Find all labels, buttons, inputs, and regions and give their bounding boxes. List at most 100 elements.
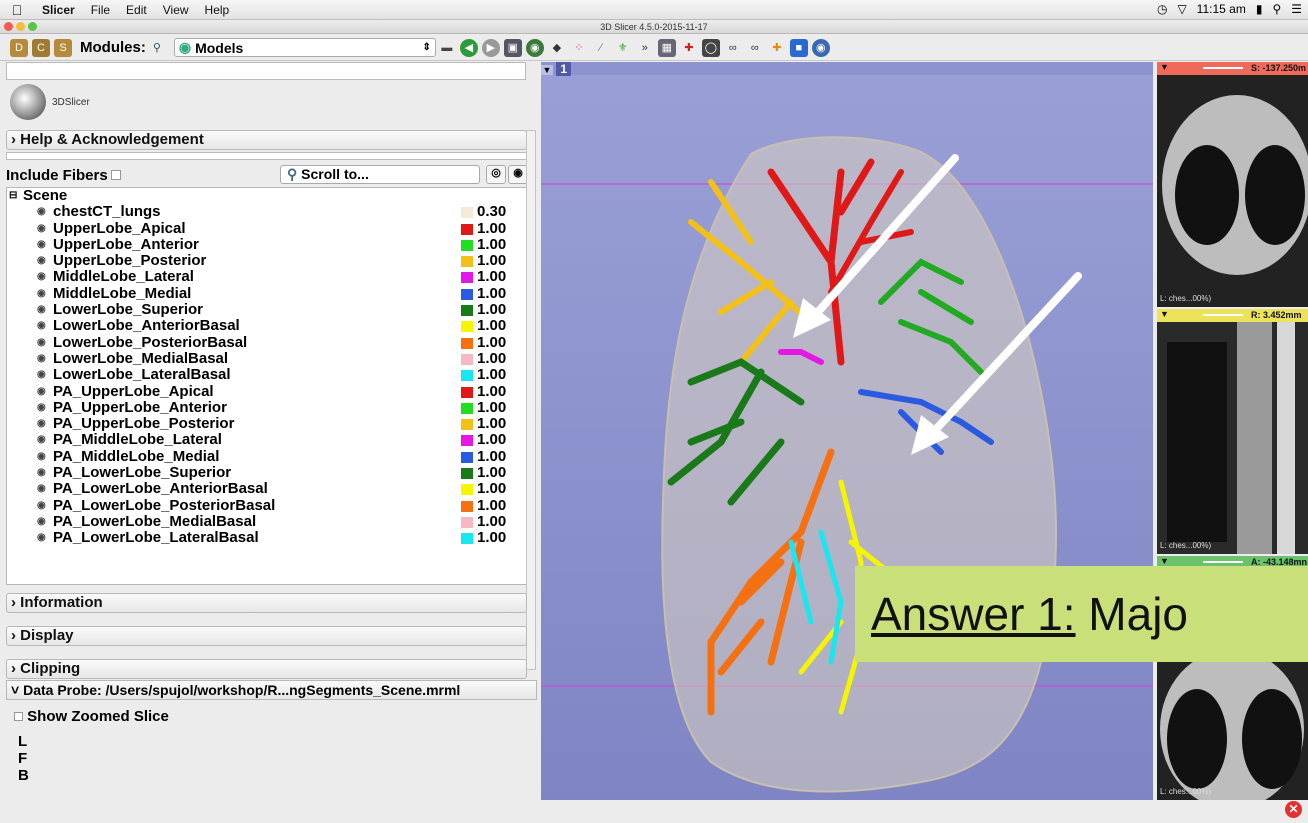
menu-app[interactable]: Slicer [34, 3, 83, 17]
model-color-swatch[interactable] [461, 500, 473, 512]
time-machine-icon[interactable]: ◷ [1157, 2, 1167, 16]
model-opacity[interactable]: 1.00 [477, 513, 506, 530]
visibility-eye-icon[interactable]: ◉ [37, 221, 46, 237]
model-opacity[interactable]: 1.00 [477, 236, 506, 253]
visibility-eye-icon[interactable]: ◉ [37, 302, 46, 318]
model-color-swatch[interactable] [461, 484, 473, 496]
slice-green-pin-icon[interactable]: ▼ [1157, 556, 1172, 566]
display-section[interactable]: › Display [6, 626, 527, 646]
model-color-swatch[interactable] [461, 305, 473, 317]
tree-row[interactable]: ◉ PA_LowerLobe_AnteriorBasal 1.00 [7, 481, 526, 497]
model-opacity[interactable]: 1.00 [477, 350, 506, 367]
scroll-to-field[interactable]: ⚲ Scroll to... [280, 165, 480, 184]
crosshair-icon[interactable]: ✚ [680, 39, 698, 57]
tree-row[interactable]: ◉ LowerLobe_MedialBasal 1.00 [7, 350, 526, 367]
visibility-eye-icon[interactable]: ◉ [37, 237, 46, 253]
panel-scrollbar[interactable] [526, 130, 536, 670]
save-icon[interactable]: S [54, 38, 72, 57]
slice-red-pin-icon[interactable]: ▼ [1157, 62, 1172, 72]
model-color-swatch[interactable] [461, 256, 473, 268]
clipping-section[interactable]: › Clipping [6, 659, 527, 679]
wifi-icon[interactable]: ▽ [1177, 2, 1186, 16]
tree-row[interactable]: ◉ PA_LowerLobe_MedialBasal 1.00 [7, 513, 526, 530]
visibility-eye-icon[interactable]: ◉ [37, 514, 46, 530]
visibility-eye-icon[interactable]: ◉ [37, 400, 46, 416]
visibility-eye-icon[interactable]: ◉ [37, 481, 46, 497]
information-section[interactable]: › Information [6, 593, 527, 613]
clock[interactable]: 11:15 am [1197, 2, 1246, 16]
back-arrow-icon[interactable]: ◀ [459, 38, 478, 57]
slice-link-icon[interactable]: ∞ [724, 39, 742, 57]
data-probe-section[interactable]: ˅ Data Probe: /Users/spujol/workshop/R..… [6, 680, 537, 700]
model-color-swatch[interactable] [461, 402, 473, 414]
view-3d[interactable]: ▼ 1 [541, 62, 1153, 800]
model-color-swatch[interactable] [461, 337, 473, 349]
model-opacity[interactable]: 1.00 [477, 465, 506, 481]
visibility-eye-icon[interactable]: ◉ [37, 449, 46, 465]
model-opacity[interactable]: 1.00 [477, 448, 506, 465]
visibility-eye-icon[interactable]: ◉ [37, 416, 46, 432]
model-color-swatch[interactable] [461, 533, 473, 545]
model-opacity[interactable]: 1.00 [477, 481, 506, 497]
model-opacity[interactable]: 1.00 [477, 285, 506, 302]
tree-row[interactable]: ◉ PA_MiddleLobe_Medial 1.00 [7, 448, 526, 465]
module-selector[interactable]: ◉ Models ⇕ [173, 38, 436, 57]
tree-row[interactable]: ◉ UpperLobe_Posterior 1.00 [7, 253, 526, 269]
slice-yellow-pin-icon[interactable]: ▼ [1157, 309, 1172, 319]
slice-view-yellow[interactable]: ▼ R: 3.452mm L: ches...00%) [1157, 309, 1308, 554]
python-icon[interactable]: ◉ [811, 38, 830, 57]
model-opacity[interactable]: 1.00 [477, 302, 506, 318]
tree-row[interactable]: ◉ LowerLobe_PosteriorBasal 1.00 [7, 334, 526, 351]
slice-green-slider[interactable] [1203, 561, 1243, 563]
show-icon[interactable]: ◉ [508, 165, 528, 184]
data-module-icon[interactable]: ▣ [503, 38, 522, 57]
model-opacity[interactable]: 1.00 [477, 253, 506, 269]
spotlight-icon[interactable]: ⚲ [1272, 2, 1281, 16]
model-color-swatch[interactable] [461, 272, 473, 284]
model-color-swatch[interactable] [461, 321, 473, 333]
visibility-eye-icon[interactable]: ◉ [37, 432, 46, 448]
zoom-window-button[interactable] [28, 22, 37, 31]
place-fiducial-icon[interactable]: ✚ [768, 39, 786, 57]
menu-file[interactable]: File [83, 3, 118, 17]
close-window-button[interactable] [4, 22, 13, 31]
module-search-icon[interactable]: ⚲ [148, 39, 166, 57]
visibility-eye-icon[interactable]: ◉ [37, 253, 46, 269]
model-opacity[interactable]: 1.00 [477, 383, 506, 400]
visibility-eye-icon[interactable]: ◉ [37, 204, 46, 220]
tree-row[interactable]: ◉ UpperLobe_Apical 1.00 [7, 220, 526, 237]
slice-yellow-slider[interactable] [1203, 314, 1243, 316]
visibility-eye-icon[interactable]: ◉ [37, 465, 46, 481]
model-opacity[interactable]: 1.00 [477, 269, 506, 285]
module-history-icon[interactable]: ▬ [438, 39, 456, 57]
load-dicom-icon[interactable]: C [32, 38, 50, 57]
visibility-eye-icon[interactable]: ◉ [37, 286, 46, 302]
tree-row[interactable]: ◉ PA_LowerLobe_LateralBasal 1.00 [7, 530, 526, 546]
include-fibers-checkbox[interactable] [110, 170, 121, 180]
model-color-swatch[interactable] [461, 223, 473, 235]
tree-row[interactable]: ◉ MiddleLobe_Medial 1.00 [7, 285, 526, 302]
model-opacity[interactable]: 1.00 [477, 220, 506, 237]
slice-red-slider[interactable] [1203, 67, 1243, 69]
tree-row[interactable]: ◉ chestCT_lungs 0.30 [7, 204, 526, 220]
tree-row[interactable]: ◉ LowerLobe_AnteriorBasal 1.00 [7, 318, 526, 334]
visibility-eye-icon[interactable]: ◉ [37, 530, 46, 546]
model-opacity[interactable]: 1.00 [477, 334, 506, 351]
visibility-eye-icon[interactable]: ◉ [37, 367, 46, 383]
tree-row[interactable]: ◉ LowerLobe_LateralBasal 1.00 [7, 367, 526, 383]
model-opacity[interactable]: 1.00 [477, 432, 506, 448]
model-color-swatch[interactable] [461, 239, 473, 251]
transforms-icon[interactable]: ⁘ [570, 39, 588, 57]
screenshot-icon[interactable]: ◯ [701, 38, 720, 57]
model-color-swatch[interactable] [461, 288, 473, 300]
model-color-swatch[interactable] [461, 386, 473, 398]
model-opacity[interactable]: 1.00 [477, 318, 506, 334]
models-icon[interactable]: ◆ [548, 39, 566, 57]
volumes-module-icon[interactable]: ◉ [525, 38, 544, 57]
extension-manager-icon[interactable]: ■ [789, 38, 808, 57]
markups-icon[interactable]: ∕ [592, 39, 610, 57]
model-opacity[interactable]: 0.30 [477, 204, 506, 220]
more-icon[interactable]: » [636, 39, 654, 57]
collapse-icon[interactable]: ⊟ [9, 188, 17, 204]
visibility-eye-icon[interactable]: ◉ [37, 269, 46, 285]
